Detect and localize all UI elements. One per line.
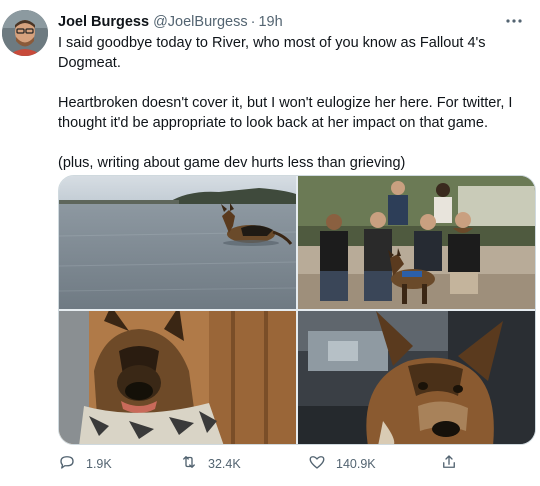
reply-button[interactable]: 1.9K xyxy=(58,452,112,476)
tweet-paragraph-3: (plus, writing about game dev hurts less… xyxy=(58,155,406,171)
author-name[interactable]: Joel Burgess xyxy=(58,14,149,30)
heart-icon xyxy=(308,453,326,476)
tweet-header: Joel Burgess @JoelBurgess · 19h xyxy=(58,12,522,32)
tweet-timestamp[interactable]: 19h xyxy=(258,14,282,30)
separator-dot: · xyxy=(250,14,256,30)
dog-in-car-photo[interactable] xyxy=(298,311,535,444)
reply-count: 1.9K xyxy=(86,457,112,471)
tweet-actions: 1.9K 32.4K 140.9K xyxy=(58,452,498,476)
like-button[interactable]: 140.9K xyxy=(308,452,376,476)
share-icon xyxy=(440,453,458,476)
dog-with-bandana-photo[interactable] xyxy=(59,311,296,444)
tweet-paragraph-2: Heartbroken doesn't cover it, but I won'… xyxy=(58,95,513,131)
group-with-dog-photo[interactable] xyxy=(298,176,535,309)
tweet: Joel Burgess @JoelBurgess · 19h I said g… xyxy=(0,0,540,486)
retweet-button[interactable]: 32.4K xyxy=(180,452,241,476)
avatar[interactable] xyxy=(2,10,48,56)
media-grid xyxy=(58,175,536,445)
retweet-count: 32.4K xyxy=(208,457,241,471)
retweet-icon xyxy=(180,453,198,476)
more-icon[interactable] xyxy=(504,14,524,28)
reply-icon xyxy=(58,453,76,476)
tweet-paragraph-1: I said goodbye today to River, who most … xyxy=(58,35,486,71)
author-handle[interactable]: @JoelBurgess xyxy=(153,14,248,30)
tweet-text: I said goodbye today to River, who most … xyxy=(58,33,528,173)
like-count: 140.9K xyxy=(336,457,376,471)
dog-in-lake-photo[interactable] xyxy=(59,176,296,309)
share-button[interactable] xyxy=(440,452,458,476)
